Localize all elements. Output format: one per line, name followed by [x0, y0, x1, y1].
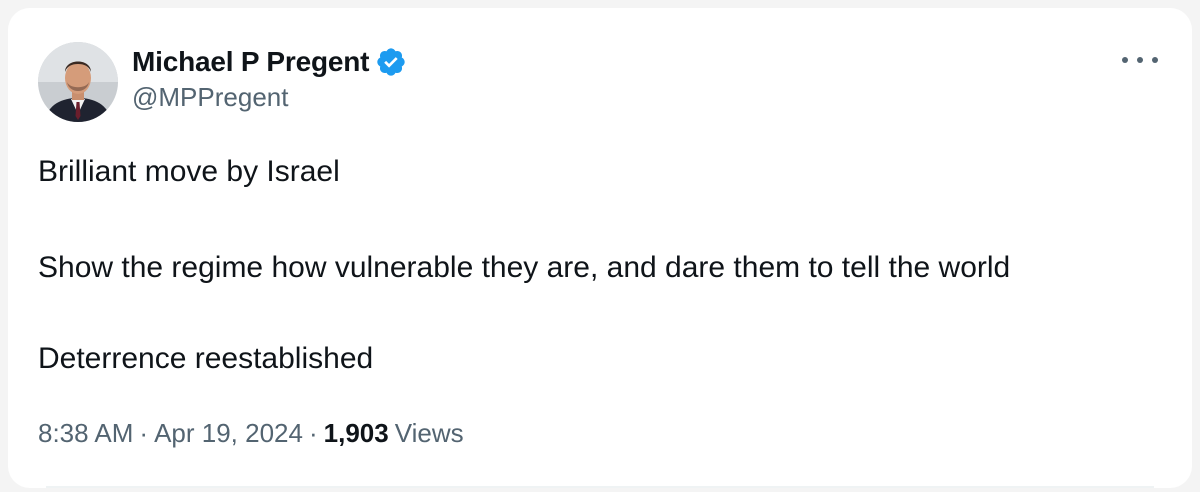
views-label: Views — [394, 418, 464, 448]
more-dot — [1137, 57, 1143, 63]
author-avatar[interactable] — [38, 42, 118, 122]
meta-separator: · — [139, 418, 149, 448]
author-info: Michael P Pregent @MPPregent — [132, 44, 407, 113]
tweet-text-line: Deterrence reestablished — [38, 342, 374, 375]
tweet-meta: 8:38 AM · Apr 19, 2024 · 1,903 Views — [38, 418, 464, 449]
tweet-text: Brilliant move by Israel Show the regime… — [38, 153, 1178, 378]
tweet-text-line: Brilliant move by Israel — [38, 155, 340, 188]
more-dot — [1122, 57, 1128, 63]
author-display-name[interactable]: Michael P Pregent — [132, 46, 369, 78]
tweet-card: Michael P Pregent @MPPregent Brilliant m… — [8, 8, 1192, 488]
tweet-text-line: Show the regime how vulnerable they are,… — [38, 251, 1011, 284]
more-options-icon[interactable] — [1122, 48, 1158, 72]
author-name-row: Michael P Pregent — [132, 44, 407, 80]
more-dot — [1152, 57, 1158, 63]
author-handle[interactable]: @MPPregent — [132, 82, 407, 113]
avatar-image — [38, 42, 118, 122]
verified-badge-icon[interactable] — [375, 46, 407, 78]
tweet-time[interactable]: 8:38 AM — [38, 418, 133, 449]
views-count[interactable]: 1,903 — [324, 418, 389, 449]
tweet-date[interactable]: Apr 19, 2024 — [154, 418, 303, 449]
meta-separator: · — [308, 418, 318, 448]
card-divider — [46, 486, 1154, 488]
